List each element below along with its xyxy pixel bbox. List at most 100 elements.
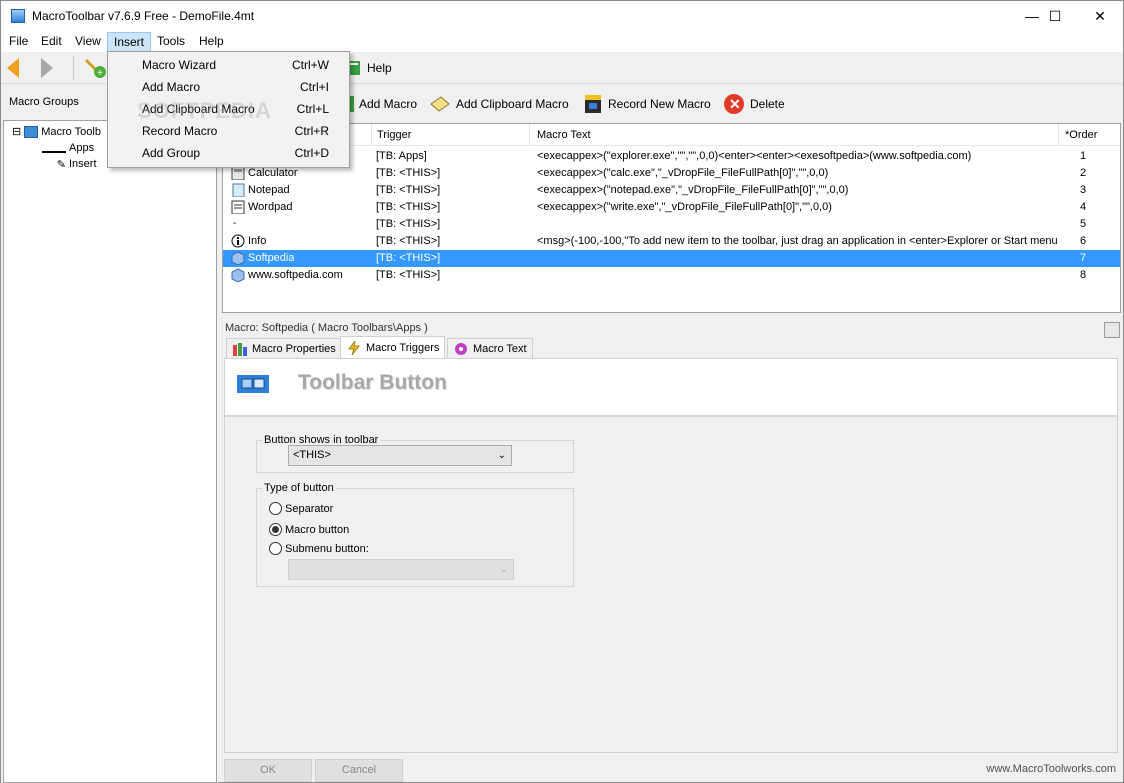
row-trigger: [TB: <THIS>] <box>376 167 441 179</box>
menu-item-shortcut: Ctrl+W <box>292 58 329 72</box>
delete-icon: ✕ <box>724 94 744 114</box>
radio-circle <box>269 502 282 515</box>
menu-item-shortcut: Ctrl+I <box>299 80 329 94</box>
row-order: 6 <box>1080 235 1087 247</box>
radio-macro-button[interactable]: Macro button <box>269 523 349 536</box>
column-separator <box>1058 124 1059 146</box>
app-icon <box>11 9 25 23</box>
macro-groups-tree: ⊟ Macro Toolb Apps ✎ Insert <box>3 120 217 783</box>
row-trigger: [TB: <THIS>] <box>376 235 441 247</box>
radio-submenu-button[interactable]: Submenu button: <box>269 542 369 555</box>
macro-path-label: Macro: Softpedia ( Macro Toolbars\Apps ) <box>225 322 428 334</box>
macro-groups-pane: Macro Groups ⊟ Macro Toolb Apps ✎ Insert <box>1 85 218 783</box>
tree-node-insert[interactable]: ✎ Insert <box>42 158 97 171</box>
tab-label: Macro Properties <box>252 342 336 355</box>
menu-view[interactable]: View <box>69 32 107 52</box>
row-order: 3 <box>1080 184 1087 196</box>
table-row[interactable]: www.softpedia.com [TB: <THIS>] 8 <box>223 267 1120 284</box>
delete-label: Delete <box>750 97 785 111</box>
tab-label: Macro Triggers <box>366 341 440 354</box>
radio-circle <box>269 542 282 555</box>
record-new-macro-button[interactable]: Record New Macro <box>583 93 711 115</box>
add-clipboard-macro-button[interactable]: Add Clipboard Macro <box>429 93 569 115</box>
radio-circle-checked <box>269 523 282 536</box>
menu-item-label: Macro Wizard <box>142 58 217 72</box>
add-macro-button[interactable]: Add Macro <box>340 93 417 115</box>
help-button[interactable]: Help <box>345 56 392 80</box>
menu-file[interactable]: File <box>3 32 34 52</box>
tab-macro-text[interactable]: Macro Text <box>447 338 533 358</box>
calculator-icon <box>231 166 245 180</box>
menu-edit[interactable]: Edit <box>35 32 68 52</box>
record-label: Record New Macro <box>608 97 711 111</box>
menu-item-add-group[interactable]: Add Group Ctrl+D <box>108 142 349 164</box>
cube-icon <box>231 268 245 282</box>
website-link[interactable]: www.MacroToolworks.com <box>986 763 1116 775</box>
close-button[interactable]: ✕ <box>1077 1 1123 31</box>
row-trigger: [TB: <THIS>] <box>376 252 441 264</box>
maximize-button[interactable]: ☐ <box>1032 1 1078 31</box>
delete-button[interactable]: ✕ Delete <box>723 93 785 115</box>
title-bar: MacroToolbar v7.6.9 Free - DemoFile.4mt … <box>1 1 1123 31</box>
menu-tools[interactable]: Tools <box>151 32 191 52</box>
row-name: Calculator <box>248 167 298 179</box>
apps-toolbar-icon <box>42 143 66 153</box>
row-text: <execappex>("calc.exe","_vDropFile_FileF… <box>537 167 829 179</box>
info-icon <box>231 234 245 248</box>
table-row[interactable]: Wordpad [TB: <THIS>] <execappex>("write.… <box>223 199 1120 216</box>
main-window: MacroToolbar v7.6.9 Free - DemoFile.4mt … <box>0 0 1124 783</box>
table-row[interactable]: Info [TB: <THIS>] <msg>(-100,-100,"To ad… <box>223 233 1120 250</box>
tab-label: Macro Text <box>473 342 527 355</box>
add-macro-label: Add Macro <box>359 97 418 111</box>
restore-pane-icon[interactable] <box>1104 322 1120 338</box>
insert-pencil-icon: ✎ <box>56 159 66 171</box>
svg-text:✕: ✕ <box>729 96 741 112</box>
toolbar-separator <box>73 56 74 80</box>
menu-item-add-macro[interactable]: Add Macro Ctrl+I <box>108 76 349 98</box>
back-button[interactable] <box>7 56 19 80</box>
forward-button[interactable] <box>41 56 53 80</box>
tree-node-root[interactable]: ⊟ Macro Toolb <box>12 125 101 138</box>
row-name: Wordpad <box>248 201 293 213</box>
radio-separator[interactable]: Separator <box>269 502 333 515</box>
new-macro-toolbar-button[interactable]: + <box>83 56 107 80</box>
tree-node-apps[interactable]: Apps <box>42 142 94 154</box>
tab-macro-triggers[interactable]: Macro Triggers <box>340 336 446 358</box>
section-title: Toolbar Button <box>298 371 447 394</box>
row-trigger: [TB: <THIS>] <box>376 218 441 230</box>
macro-groups-header: Macro Groups <box>9 96 79 108</box>
cancel-button[interactable]: Cancel <box>315 759 403 782</box>
menu-insert[interactable]: Insert <box>107 32 152 52</box>
submenu-select[interactable]: ⌄ <box>288 559 514 580</box>
column-macro-text[interactable]: Macro Text <box>537 129 591 141</box>
menu-item-macro-wizard[interactable]: Macro Wizard Ctrl+W <box>108 54 349 76</box>
row-order: 2 <box>1080 167 1087 179</box>
ok-button[interactable]: OK <box>224 759 312 782</box>
menu-help[interactable]: Help <box>193 32 230 52</box>
column-trigger[interactable]: Trigger <box>377 129 411 141</box>
column-order[interactable]: *Order <box>1065 129 1097 141</box>
collapse-icon[interactable]: ⊟ <box>12 125 21 138</box>
tab-macro-properties[interactable]: Macro Properties <box>226 338 342 358</box>
radio-label: Macro button <box>285 523 350 536</box>
row-name: Info <box>248 235 267 247</box>
row-order: 7 <box>1080 252 1087 264</box>
window-title: MacroToolbar v7.6.9 Free - DemoFile.4mt <box>32 9 255 23</box>
tree-label: Macro Toolb <box>41 125 101 138</box>
table-row-selected[interactable]: Softpedia [TB: <THIS>] 7 <box>223 250 1120 267</box>
button-shows-select[interactable]: <THIS> ⌄ <box>288 445 512 466</box>
menu-item-label: Record Macro <box>142 124 218 138</box>
row-text: <execappex>("write.exe","_vDropFile_File… <box>537 201 832 213</box>
menu-item-shortcut: Ctrl+L <box>296 102 329 116</box>
row-order: 5 <box>1080 218 1087 230</box>
table-row[interactable]: Calculator [TB: <THIS>] <execappex>("cal… <box>223 165 1120 182</box>
tree-label: Apps <box>69 142 95 154</box>
lightning-icon <box>348 340 361 355</box>
toolbar-group-icon <box>24 125 39 138</box>
clipboard-icon <box>430 96 450 112</box>
table-row[interactable]: Notepad [TB: <THIS>] <execappex>("notepa… <box>223 182 1120 199</box>
table-row[interactable]: [TB: Apps] <execappex>("explorer.exe",""… <box>223 148 1120 165</box>
table-row[interactable]: - [TB: <THIS>] 5 <box>223 216 1120 233</box>
button-shows-value: <THIS> <box>293 449 331 461</box>
separator-icon: - <box>233 218 237 229</box>
